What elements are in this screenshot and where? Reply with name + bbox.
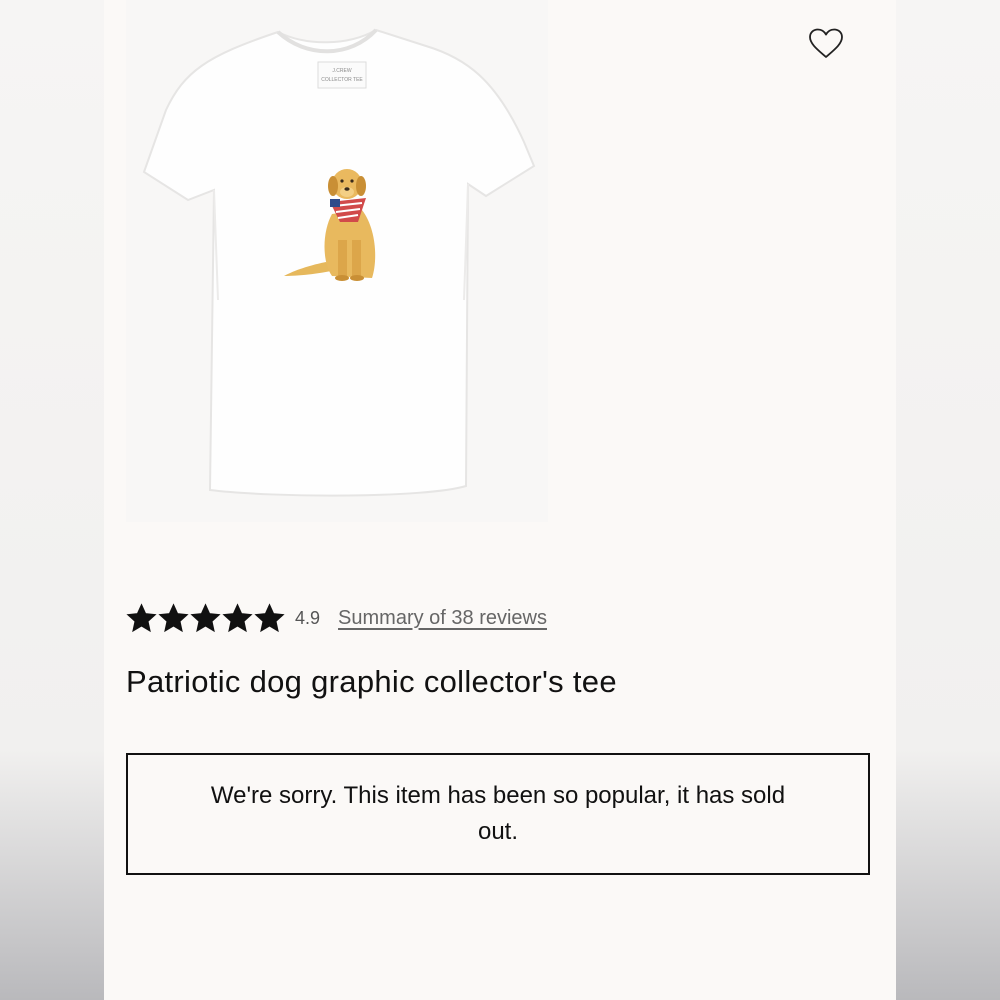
right-backdrop xyxy=(896,0,1000,1000)
left-backdrop xyxy=(0,0,104,1000)
shirt-tag-line: COLLECTOR TEE xyxy=(321,77,363,83)
star-icon xyxy=(158,602,189,632)
heart-outline-icon[interactable] xyxy=(808,28,844,60)
product-title: Patriotic dog graphic collector's tee xyxy=(126,664,617,699)
rating-row: 4.9 Summary of 38 reviews xyxy=(126,600,547,636)
product-image[interactable]: J.CREW COLLECTOR TEE xyxy=(126,0,548,522)
rating-value: 4.9 xyxy=(295,607,321,628)
star-rating xyxy=(126,602,285,634)
sold-out-notice: We're sorry. This item has been so popul… xyxy=(126,753,870,875)
wishlist-button[interactable] xyxy=(804,24,848,64)
star-icon xyxy=(126,602,157,632)
star-icon xyxy=(222,602,253,632)
sold-out-message: We're sorry. This item has been so popul… xyxy=(210,782,786,845)
star-icon xyxy=(190,602,221,632)
shirt-tag-brand: J.CREW xyxy=(332,68,351,74)
star-icon xyxy=(254,602,285,632)
reviews-summary-link[interactable]: Summary of 38 reviews xyxy=(338,607,547,630)
product-page: J.CREW COLLECTOR TEE 4.9 Summary of 38 r… xyxy=(104,0,896,1000)
